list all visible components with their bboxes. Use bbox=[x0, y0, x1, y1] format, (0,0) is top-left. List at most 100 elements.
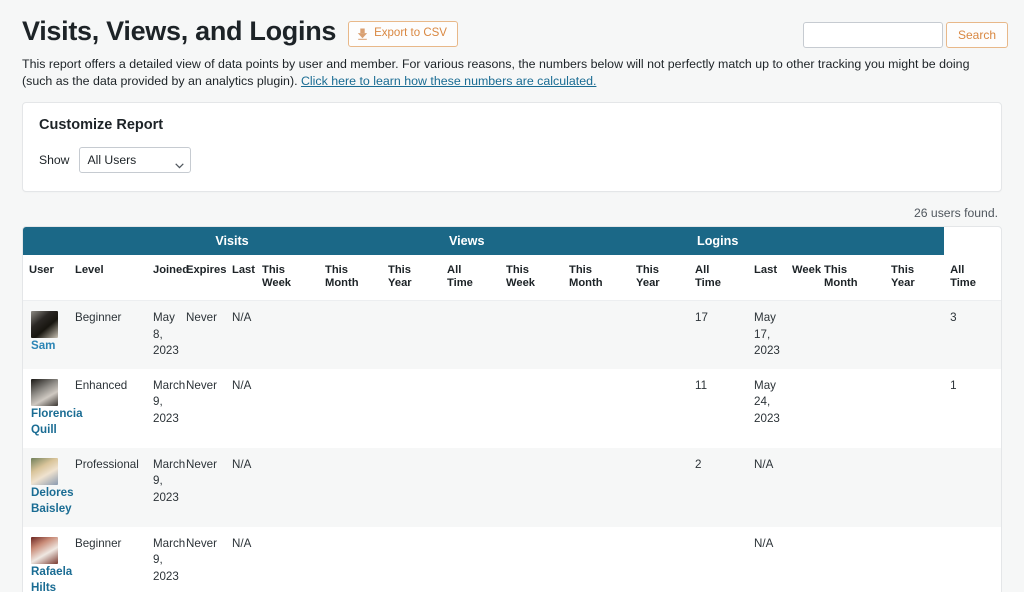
column-header-expires[interactable]: Expires bbox=[180, 255, 226, 301]
cell-l_year bbox=[885, 369, 944, 448]
column-header-l_week[interactable]: Week bbox=[786, 255, 818, 301]
report-table: VisitsViewsLogins UserLevelJoinedExpires… bbox=[23, 227, 1002, 592]
cell-level: Beginner bbox=[69, 527, 147, 592]
cell-w_year bbox=[630, 369, 689, 448]
cell-v_all bbox=[441, 448, 500, 527]
column-header-w_year[interactable]: ThisYear bbox=[630, 255, 689, 301]
table-row: Rafaela HiltsBeginnerMarch 9, 2023NeverN… bbox=[23, 527, 1002, 592]
users-found-count: 26 users found. bbox=[12, 206, 998, 220]
cell-v_month bbox=[319, 301, 382, 369]
cell-w_month bbox=[563, 527, 630, 592]
column-header-l_year[interactable]: ThisYear bbox=[885, 255, 944, 301]
cell-v_last: N/A bbox=[226, 527, 256, 592]
customize-report-title: Customize Report bbox=[39, 117, 985, 133]
cell-l_all bbox=[944, 527, 1002, 592]
show-filter-value: All Users bbox=[88, 153, 137, 167]
cell-v_week bbox=[256, 448, 319, 527]
table-row: Florencia QuillEnhancedMarch 9, 2023Neve… bbox=[23, 369, 1002, 448]
customize-report-card: Customize Report Show All Users bbox=[22, 102, 1002, 192]
column-header-w_week[interactable]: ThisWeek bbox=[500, 255, 563, 301]
cell-l_week bbox=[786, 527, 818, 592]
column-header-l_month[interactable]: ThisMonth bbox=[818, 255, 885, 301]
cell-joined: March 9, 2023 bbox=[147, 527, 180, 592]
cell-l_month bbox=[818, 448, 885, 527]
avatar bbox=[31, 458, 58, 485]
cell-l_week bbox=[786, 448, 818, 527]
page-header: Visits, Views, and Logins Export to CSV … bbox=[12, 0, 1012, 48]
cell-l_week bbox=[786, 369, 818, 448]
cell-w_week bbox=[500, 527, 563, 592]
column-header-w_month[interactable]: ThisMonth bbox=[563, 255, 630, 301]
group-header-logins: Logins bbox=[689, 227, 944, 255]
column-header-v_last[interactable]: Last bbox=[226, 255, 256, 301]
group-header-visits: Visits bbox=[23, 227, 441, 255]
export-to-csv-label: Export to CSV bbox=[374, 28, 447, 40]
calculation-help-link[interactable]: Click here to learn how these numbers ar… bbox=[301, 74, 596, 88]
search-button[interactable]: Search bbox=[946, 22, 1008, 48]
search-area: Search bbox=[803, 22, 1008, 48]
show-filter-row: Show All Users bbox=[39, 147, 985, 173]
column-header-w_all[interactable]: AllTime bbox=[689, 255, 748, 301]
download-icon bbox=[357, 28, 368, 40]
report-table-head: VisitsViewsLogins UserLevelJoinedExpires… bbox=[23, 227, 1002, 301]
column-header-user[interactable]: User bbox=[23, 255, 69, 301]
cell-l_last: N/A bbox=[748, 448, 786, 527]
cell-w_week bbox=[500, 448, 563, 527]
cell-v_year bbox=[382, 448, 441, 527]
column-header-v_month[interactable]: ThisMonth bbox=[319, 255, 382, 301]
column-header-l_all[interactable]: AllTime bbox=[944, 255, 1002, 301]
cell-l_last: May 24, 2023 bbox=[748, 369, 786, 448]
cell-v_all bbox=[441, 301, 500, 369]
column-header-row: UserLevelJoinedExpiresLastThisWeekThisMo… bbox=[23, 255, 1002, 301]
search-input[interactable] bbox=[803, 22, 943, 48]
cell-joined: March 9, 2023 bbox=[147, 448, 180, 527]
cell-user: Delores Baisley bbox=[23, 448, 69, 527]
cell-w_month bbox=[563, 448, 630, 527]
column-header-v_week[interactable]: ThisWeek bbox=[256, 255, 319, 301]
cell-v_year bbox=[382, 527, 441, 592]
cell-user: Florencia Quill bbox=[23, 369, 69, 448]
avatar bbox=[31, 379, 58, 406]
cell-l_year bbox=[885, 527, 944, 592]
cell-l_all: 1 bbox=[944, 369, 1002, 448]
user-name-link[interactable]: Delores Baisley bbox=[31, 486, 74, 516]
cell-l_all bbox=[944, 448, 1002, 527]
column-header-l_last[interactable]: Last bbox=[748, 255, 786, 301]
page-title: Visits, Views, and Logins bbox=[22, 14, 336, 48]
cell-l_year bbox=[885, 301, 944, 369]
cell-level: Professional bbox=[69, 448, 147, 527]
report-table-body: SamBeginnerMay 8, 2023NeverN/A17May 17, … bbox=[23, 301, 1002, 592]
group-header-views: Views bbox=[441, 227, 689, 255]
cell-w_week bbox=[500, 369, 563, 448]
cell-w_all: 2 bbox=[689, 448, 748, 527]
cell-expires: Never bbox=[180, 369, 226, 448]
cell-l_last: N/A bbox=[748, 527, 786, 592]
cell-v_week bbox=[256, 527, 319, 592]
cell-w_month bbox=[563, 301, 630, 369]
column-header-joined[interactable]: Joined bbox=[147, 255, 180, 301]
cell-expires: Never bbox=[180, 527, 226, 592]
cell-w_month bbox=[563, 369, 630, 448]
cell-l_all: 3 bbox=[944, 301, 1002, 369]
chevron-down-icon bbox=[175, 158, 182, 165]
report-page: Visits, Views, and Logins Export to CSV … bbox=[0, 0, 1024, 592]
cell-v_month bbox=[319, 527, 382, 592]
cell-v_last: N/A bbox=[226, 448, 256, 527]
user-name-link[interactable]: Rafaela Hilts bbox=[31, 565, 72, 592]
cell-v_year bbox=[382, 369, 441, 448]
avatar bbox=[31, 311, 58, 338]
cell-w_all: 11 bbox=[689, 369, 748, 448]
column-header-v_all[interactable]: AllTime bbox=[441, 255, 500, 301]
show-filter-select[interactable]: All Users bbox=[79, 147, 191, 173]
report-table-container: VisitsViewsLogins UserLevelJoinedExpires… bbox=[22, 226, 1002, 592]
cell-joined: March 9, 2023 bbox=[147, 369, 180, 448]
cell-l_month bbox=[818, 301, 885, 369]
export-to-csv-button[interactable]: Export to CSV bbox=[348, 21, 458, 47]
cell-l_week bbox=[786, 301, 818, 369]
column-header-level[interactable]: Level bbox=[69, 255, 147, 301]
cell-v_month bbox=[319, 369, 382, 448]
cell-w_all: 17 bbox=[689, 301, 748, 369]
user-name-link[interactable]: Sam bbox=[31, 339, 56, 352]
column-header-v_year[interactable]: ThisYear bbox=[382, 255, 441, 301]
cell-w_week bbox=[500, 301, 563, 369]
